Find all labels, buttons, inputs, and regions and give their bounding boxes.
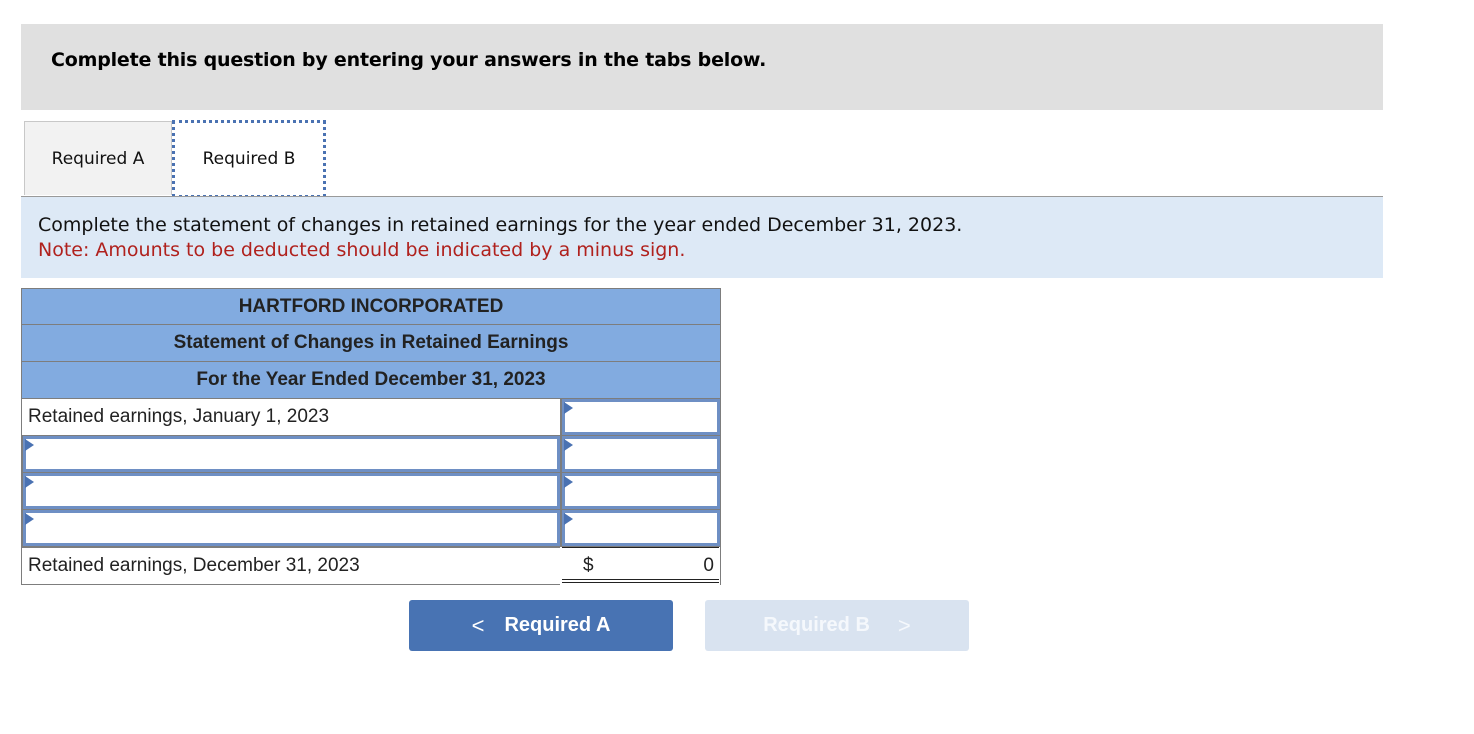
tab-required-b[interactable]: Required B xyxy=(172,120,326,198)
amount-input[interactable] xyxy=(561,472,721,510)
row-label: Retained earnings, January 1, 2023 xyxy=(21,399,560,436)
prev-button-label: Required A xyxy=(504,614,611,636)
prompt-text: Complete the statement of changes in ret… xyxy=(38,214,963,236)
chevron-left-icon: < xyxy=(471,612,485,638)
statement-row xyxy=(21,472,721,510)
tab-required-a[interactable]: Required A xyxy=(24,121,172,195)
amount-input[interactable] xyxy=(561,435,721,473)
instruction-banner: Complete this question by entering your … xyxy=(21,24,1383,110)
label-cell xyxy=(21,472,561,510)
next-required-b-button[interactable]: Required B > xyxy=(705,600,969,651)
amount-cell xyxy=(560,509,721,547)
total-amount-cell: $ 0 xyxy=(562,547,719,583)
statement-row xyxy=(21,509,721,547)
total-label: Retained earnings, December 31, 2023 xyxy=(21,547,560,585)
description-input[interactable] xyxy=(22,509,561,547)
question-prompt: Complete the statement of changes in ret… xyxy=(21,197,1383,278)
statement-period: For the Year Ended December 31, 2023 xyxy=(21,362,721,399)
description-input[interactable] xyxy=(22,472,561,510)
chevron-right-icon: > xyxy=(897,612,911,638)
label-cell xyxy=(21,435,561,473)
next-button-label: Required B xyxy=(763,614,870,636)
retained-earnings-statement: HARTFORD INCORPORATED Statement of Chang… xyxy=(21,288,721,585)
amount-input[interactable] xyxy=(561,398,721,436)
company-name: HARTFORD INCORPORATED xyxy=(21,288,721,325)
statement-row xyxy=(21,435,721,473)
amount-input[interactable] xyxy=(561,509,721,547)
prompt-note: Note: Amounts to be deducted should be i… xyxy=(38,239,686,261)
statement-row: Retained earnings, January 1, 2023 xyxy=(21,398,721,436)
amount-cell xyxy=(560,398,721,436)
label-cell xyxy=(21,509,561,547)
amount-cell xyxy=(560,435,721,473)
amount-cell xyxy=(560,472,721,510)
total-amount: 0 xyxy=(703,555,714,576)
table-border xyxy=(720,547,721,585)
prev-required-a-button[interactable]: < Required A xyxy=(409,600,673,651)
instruction-text: Complete this question by entering your … xyxy=(51,49,767,71)
total-row: Retained earnings, December 31, 2023 $ 0 xyxy=(21,547,721,585)
statement-title: Statement of Changes in Retained Earning… xyxy=(21,325,721,362)
currency-symbol: $ xyxy=(583,555,594,576)
description-input[interactable] xyxy=(22,435,561,473)
